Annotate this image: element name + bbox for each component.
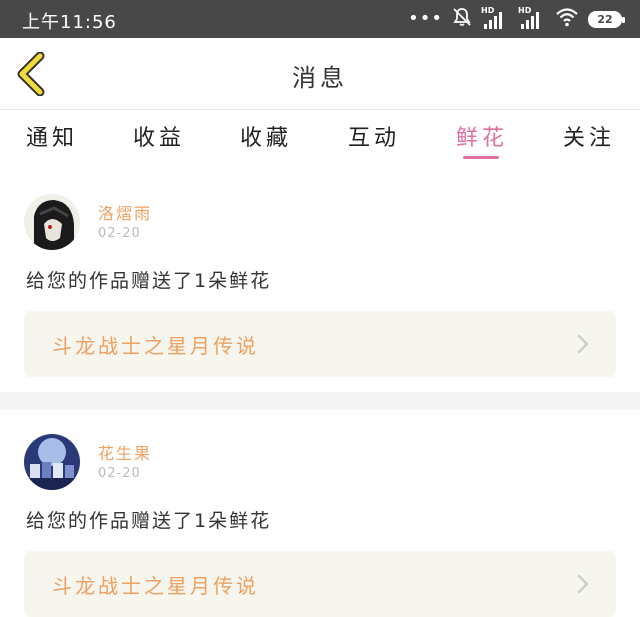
tab-flowers[interactable]: 鲜花 bbox=[456, 120, 508, 152]
sender-name[interactable]: 花生果 bbox=[98, 440, 152, 464]
bell-off-icon bbox=[452, 7, 472, 31]
work-title: 斗龙战士之星月传说 bbox=[52, 574, 259, 598]
status-time: 上午11:56 bbox=[22, 12, 117, 33]
status-bar: 上午11:56 ••• HD HD 22 bbox=[0, 0, 640, 38]
tab-favorites[interactable]: 收藏 bbox=[240, 120, 292, 152]
page-title: 消息 bbox=[292, 64, 348, 92]
tab-follow[interactable]: 关注 bbox=[563, 120, 615, 152]
message-item: 花生果 02-20 给您的作品赠送了1朵鲜花 斗龙战士之星月传说 bbox=[0, 410, 640, 617]
more-dots-icon: ••• bbox=[408, 8, 443, 29]
tab-notice[interactable]: 通知 bbox=[26, 120, 78, 152]
work-link[interactable]: 斗龙战士之星月传说 bbox=[24, 551, 616, 617]
message-date: 02-20 bbox=[98, 226, 141, 241]
chevron-right-icon bbox=[577, 334, 589, 354]
message-item: 洛熠雨 02-20 给您的作品赠送了1朵鲜花 斗龙战士之星月传说 bbox=[0, 178, 640, 390]
status-icons: ••• HD HD 22 bbox=[408, 6, 625, 31]
work-link[interactable]: 斗龙战士之星月传说 bbox=[24, 311, 616, 377]
nav-bar: 消息 bbox=[0, 38, 640, 110]
tab-earnings[interactable]: 收益 bbox=[133, 120, 185, 152]
wifi-icon bbox=[555, 7, 579, 31]
battery-icon: 22 bbox=[588, 10, 625, 28]
avatar[interactable] bbox=[24, 434, 80, 490]
section-divider bbox=[0, 392, 640, 410]
tab-interaction[interactable]: 互动 bbox=[348, 120, 400, 152]
chevron-right-icon bbox=[577, 574, 589, 594]
avatar[interactable] bbox=[24, 194, 80, 250]
active-tab-indicator bbox=[463, 156, 499, 159]
signal-icon: HD bbox=[481, 6, 509, 29]
signal-icon: HD bbox=[518, 6, 546, 29]
work-title: 斗龙战士之星月传说 bbox=[52, 334, 259, 358]
sender-name[interactable]: 洛熠雨 bbox=[98, 200, 152, 224]
message-date: 02-20 bbox=[98, 466, 141, 481]
message-text: 给您的作品赠送了1朵鲜花 bbox=[26, 270, 272, 292]
message-text: 给您的作品赠送了1朵鲜花 bbox=[26, 510, 272, 532]
tab-bar: 通知 收益 收藏 互动 鲜花 关注 bbox=[0, 112, 640, 168]
